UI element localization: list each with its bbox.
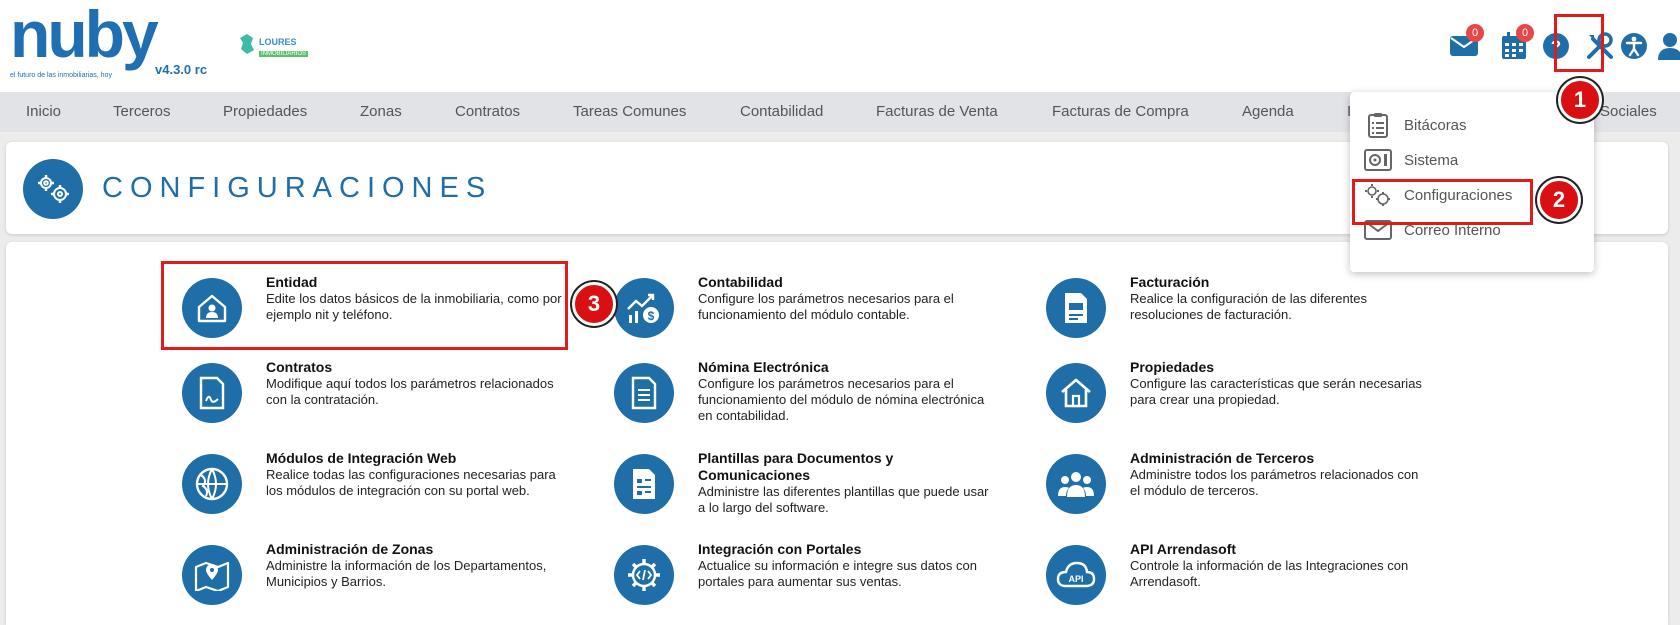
user-icon (1658, 33, 1680, 60)
mail-button[interactable]: 0 (1446, 24, 1484, 66)
logo-wordmark: nuby (10, 0, 159, 71)
tile-description: Actualice su información e integre sus d… (698, 558, 977, 589)
tile-facturacion[interactable]: Facturación Realice la configuración de l… (1046, 274, 1466, 358)
tile-description: Controle la información de las Integraci… (1130, 558, 1409, 589)
tile-title: Contabilidad (698, 274, 783, 290)
tile-contratos[interactable]: Contratos Modifique aquí todos los paráme… (182, 359, 602, 443)
tile-description: Realice la configuración de las diferent… (1130, 291, 1368, 322)
accessibility-icon (1621, 33, 1647, 59)
nav-zonas[interactable]: Zonas (360, 103, 402, 120)
header: nuby el futuro de las inmobiliarias, hoy… (0, 0, 1680, 92)
tile-description: Configure las características que serán … (1130, 376, 1422, 407)
tile-description: Administre la información de los Departa… (266, 558, 547, 589)
tile-title: Nómina Electrónica (698, 359, 829, 375)
code-gear-icon (614, 545, 674, 605)
partner-name: LOURES (259, 36, 297, 47)
menu-item-label: Sistema (1404, 151, 1459, 169)
svg-text:$: $ (648, 309, 655, 323)
app-version: v4.3.0 rc (155, 62, 208, 77)
partner-logo: LOURES INMOBILIARIOS (238, 32, 309, 57)
nav-sociales[interactable]: Sociales (1600, 103, 1657, 120)
contract-icon (182, 363, 242, 423)
gears-icon (38, 175, 69, 203)
tile-title: Facturación (1130, 274, 1210, 290)
tile-description: Configure los parámetros necesarios para… (698, 376, 985, 423)
partner-subtitle: INMOBILIARIOS (259, 50, 309, 57)
tile-nomina-electronica[interactable]: Nómina Electrónica Configure los parámetr… (614, 359, 1034, 443)
nuby-logo[interactable]: nuby el futuro de las inmobiliarias, hoy (8, 0, 168, 79)
nav-contabilidad[interactable]: Contabilidad (740, 103, 823, 120)
step-2-marker: 2 (1537, 178, 1581, 222)
template-document-icon (614, 454, 674, 514)
tile-description: Administre las diferentes plantillas que… (698, 484, 989, 515)
nav-contratos[interactable]: Contratos (455, 103, 520, 120)
step-3-marker: 3 (572, 282, 616, 326)
nav-inicio[interactable]: Inicio (26, 103, 61, 120)
tile-description: Administre todos los parámetros relacion… (1130, 467, 1419, 498)
users-group-icon (1046, 454, 1106, 514)
step-1-marker: 1 (1558, 78, 1602, 122)
title-icon-circle (23, 159, 83, 219)
highlight-entidad (161, 261, 568, 350)
nav-propiedades[interactable]: Propiedades (223, 103, 307, 120)
tile-plantillas[interactable]: Plantillas para Documentos y Comunicacio… (614, 450, 1034, 534)
menu-item-label: Bitácoras (1404, 116, 1467, 134)
invoice-icon (1046, 278, 1106, 338)
menu-item-sistema[interactable]: Sistema (1364, 145, 1458, 175)
menu-item-bitacoras[interactable]: Bitácoras (1364, 110, 1467, 140)
tile-description: Configure los parámetros necesarios para… (698, 291, 954, 322)
tile-administracion-zonas[interactable]: Administración de Zonas Administre la inf… (182, 541, 602, 625)
nav-terceros[interactable]: Terceros (113, 103, 171, 120)
tile-title: Propiedades (1130, 359, 1215, 375)
header-icons: 0 0 ? (1420, 24, 1680, 66)
home-icon (1046, 363, 1106, 423)
tile-description: Modifique aquí todos los parámetros rela… (266, 376, 554, 407)
accessibility-button[interactable] (1616, 26, 1652, 66)
nav-agenda[interactable]: Agenda (1242, 103, 1294, 120)
tile-title: Integración con Portales (698, 541, 862, 557)
svg-text:API: API (1068, 574, 1083, 584)
tile-contabilidad[interactable]: $ Contabilidad Configure los parámetros n… (614, 274, 1034, 358)
tile-title: Módulos de Integración Web (266, 450, 457, 466)
partner-mark-icon (240, 34, 254, 54)
logo-tagline: el futuro de las inmobiliarias, hoy (10, 72, 112, 79)
nav-facturas-compra[interactable]: Facturas de Compra (1052, 103, 1189, 120)
tile-administracion-terceros[interactable]: Administración de Terceros Administre tod… (1046, 450, 1466, 534)
mail-badge: 0 (1466, 24, 1484, 42)
highlight-tools (1554, 14, 1604, 72)
globe-icon (182, 454, 242, 514)
app-page: nuby el futuro de las inmobiliarias, hoy… (0, 0, 1680, 625)
payroll-document-icon (614, 363, 674, 423)
tile-title: Administración de Terceros (1130, 450, 1315, 466)
tile-integracion-portales[interactable]: Integración con Portales Actualice su inf… (614, 541, 1034, 625)
tile-title: Plantillas para Documentos y Comunicacio… (698, 450, 894, 483)
system-safe-icon (1364, 146, 1392, 174)
map-pin-icon (182, 545, 242, 605)
tile-title: Administración de Zonas (266, 541, 434, 557)
highlight-configuraciones (1352, 179, 1533, 225)
tile-api-arrendasoft[interactable]: API API Arrendasoft Controle la informaci… (1046, 541, 1466, 625)
page-title: CONFIGURACIONES (102, 172, 493, 204)
nav-tareas-comunes[interactable]: Tareas Comunes (573, 103, 686, 120)
accounting-chart-icon: $ (614, 278, 674, 338)
clipboard-list-icon (1364, 111, 1392, 139)
tile-propiedades[interactable]: Propiedades Configure las características… (1046, 359, 1466, 443)
calendar-button[interactable]: 0 (1496, 24, 1534, 66)
tile-title: Contratos (266, 359, 333, 375)
user-button[interactable] (1652, 26, 1680, 66)
tile-title: API Arrendasoft (1130, 541, 1237, 557)
nav-facturas-venta[interactable]: Facturas de Venta (876, 103, 998, 120)
tile-description: Realice todas las configuraciones necesa… (266, 467, 556, 498)
calendar-badge: 0 (1516, 24, 1534, 42)
api-cloud-icon: API (1046, 545, 1106, 605)
tile-integracion-web[interactable]: Módulos de Integración Web Realice todas … (182, 450, 602, 534)
